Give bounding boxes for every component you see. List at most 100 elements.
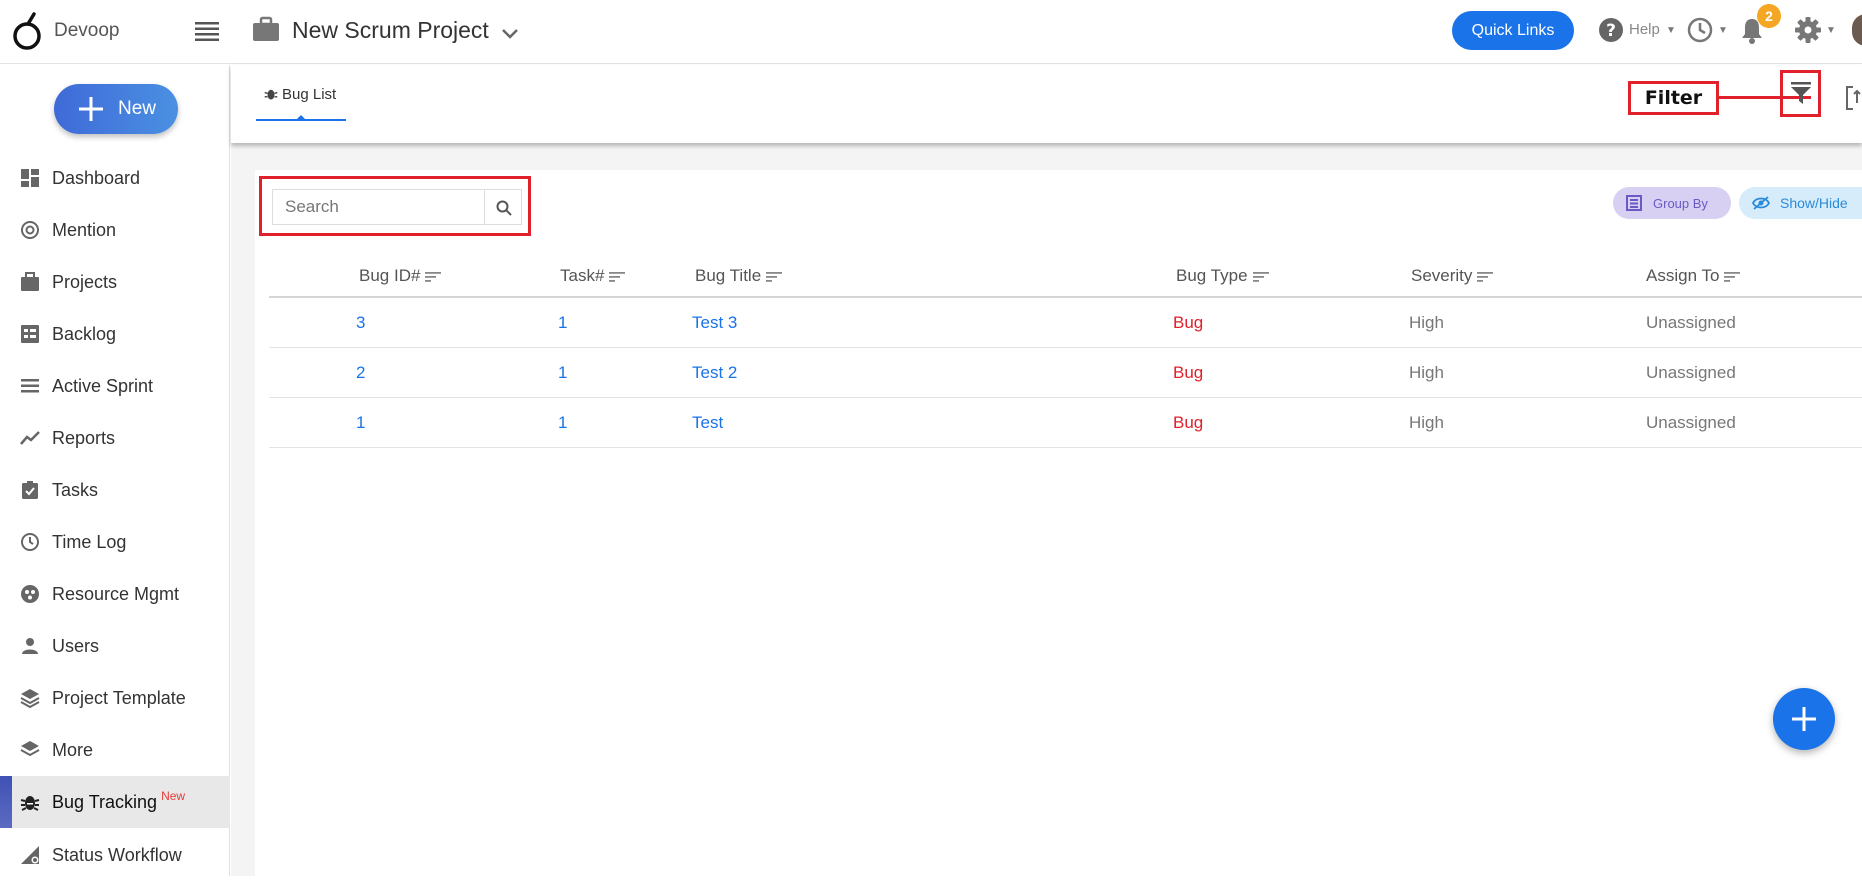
notification-badge[interactable]: 2 bbox=[1757, 4, 1781, 28]
main-content: Bug List Filter Search Group By Show/Hid… bbox=[231, 65, 1862, 876]
gear-icon[interactable] bbox=[1794, 16, 1822, 44]
column-header-assign-to[interactable]: Assign To bbox=[1646, 266, 1741, 286]
quick-links-button[interactable]: Quick Links bbox=[1452, 11, 1574, 50]
help-label[interactable]: Help bbox=[1629, 21, 1660, 38]
sidebar-item-label: Projects bbox=[52, 272, 118, 292]
sort-icon[interactable] bbox=[1723, 271, 1741, 283]
table-row[interactable]: 2 1 Test 2 Bug High Unassigned bbox=[269, 348, 1862, 398]
bug-tracking-label: Bug Tracking bbox=[52, 792, 158, 812]
sort-icon[interactable] bbox=[1252, 271, 1270, 283]
top-bar: Devoop New Scrum Project Quick Links ? H… bbox=[0, 0, 1862, 64]
sidebar-item-label: Dashboard bbox=[52, 168, 141, 188]
sidebar-item-reports[interactable]: Reports bbox=[0, 412, 230, 464]
briefcase-icon bbox=[21, 272, 39, 291]
help-caret-icon[interactable]: ▼ bbox=[1666, 25, 1676, 36]
sidebar-item-label: Project Template bbox=[52, 688, 186, 708]
sidebar-item-users[interactable]: Users bbox=[0, 620, 230, 672]
column-header-bug-title[interactable]: Bug Title bbox=[695, 266, 783, 286]
sidebar-item-more[interactable]: More bbox=[0, 724, 230, 776]
tab-bar: Bug List Filter bbox=[231, 65, 1862, 143]
chevron-down-icon[interactable] bbox=[500, 26, 520, 42]
bug-title-link[interactable]: Test 2 bbox=[692, 363, 737, 383]
tab-bug-list[interactable]: Bug List bbox=[256, 77, 346, 121]
new-button-label: New bbox=[118, 98, 157, 119]
export-icon[interactable] bbox=[1845, 85, 1862, 111]
sidebar-item-label: Active Sprint bbox=[52, 376, 154, 396]
show-hide-button[interactable]: Show/Hide bbox=[1739, 187, 1862, 219]
bug-title-link[interactable]: Test bbox=[692, 413, 723, 433]
sidebar-item-mention[interactable]: Mention bbox=[0, 204, 230, 256]
dashboard-icon bbox=[21, 169, 39, 187]
clock-icon[interactable] bbox=[1687, 17, 1713, 43]
group-by-button[interactable]: Group By bbox=[1613, 187, 1731, 219]
sidebar-item-label: Status Workflow bbox=[52, 845, 182, 865]
sidebar-item-active-sprint[interactable]: Active Sprint bbox=[0, 360, 230, 412]
sidebar-item-projects[interactable]: Projects bbox=[0, 256, 230, 308]
menu-icon[interactable] bbox=[194, 20, 220, 42]
clock-icon bbox=[21, 533, 39, 551]
bug-id-link[interactable]: 3 bbox=[356, 313, 365, 333]
sidebar-item-status-workflow[interactable]: Status Workflow bbox=[0, 829, 230, 881]
assignee: Unassigned bbox=[1646, 313, 1736, 332]
filter-callout-label: Filter bbox=[1628, 81, 1719, 115]
devoop-logo-icon[interactable] bbox=[12, 12, 46, 52]
filter-icon[interactable] bbox=[1790, 81, 1812, 105]
svg-text:?: ? bbox=[1606, 21, 1616, 41]
help-icon[interactable]: ? bbox=[1598, 17, 1624, 43]
clock-caret-icon[interactable]: ▼ bbox=[1718, 25, 1728, 36]
search-button[interactable] bbox=[484, 189, 522, 225]
sidebar-item-label: More bbox=[52, 740, 94, 760]
bug-type: Bug bbox=[1173, 363, 1204, 382]
column-header-task[interactable]: Task# bbox=[560, 266, 626, 286]
task-link[interactable]: 1 bbox=[558, 363, 567, 383]
task-link[interactable]: 1 bbox=[558, 313, 567, 333]
group-by-label: Group By bbox=[1653, 196, 1708, 211]
sidebar-item-label: Resource Mgmt bbox=[52, 584, 180, 604]
severity: High bbox=[1409, 413, 1444, 432]
sidebar-item-label: Bug Tracking New bbox=[52, 789, 185, 813]
column-header-bug-id[interactable]: Bug ID# bbox=[359, 266, 442, 286]
sidebar-item-label: Backlog bbox=[52, 324, 117, 344]
layers-icon bbox=[20, 689, 40, 708]
column-header-bug-type[interactable]: Bug Type bbox=[1176, 266, 1270, 286]
column-label: Assign To bbox=[1646, 266, 1720, 285]
backlog-icon bbox=[21, 325, 39, 343]
column-label: Severity bbox=[1411, 266, 1473, 285]
column-label: Bug Type bbox=[1176, 266, 1248, 285]
column-label: Bug Title bbox=[695, 266, 762, 285]
project-title[interactable]: New Scrum Project bbox=[292, 17, 489, 44]
resource-icon bbox=[21, 585, 39, 603]
task-link[interactable]: 1 bbox=[558, 413, 567, 433]
sprint-icon bbox=[21, 379, 39, 393]
sidebar-item-tasks[interactable]: Tasks bbox=[0, 464, 230, 516]
bug-type: Bug bbox=[1173, 313, 1204, 332]
sidebar: New Dashboard Mention Projects Backlog A… bbox=[0, 65, 230, 876]
search-input[interactable] bbox=[272, 189, 484, 225]
sort-icon[interactable] bbox=[765, 271, 783, 283]
bug-title-link[interactable]: Test 3 bbox=[692, 313, 737, 333]
sidebar-item-project-template[interactable]: Project Template bbox=[0, 672, 230, 724]
sidebar-item-resource-mgmt[interactable]: Resource Mgmt bbox=[0, 568, 230, 620]
sort-icon[interactable] bbox=[608, 271, 626, 283]
column-header-severity[interactable]: Severity bbox=[1411, 266, 1494, 286]
sidebar-item-time-log[interactable]: Time Log bbox=[0, 516, 230, 568]
bug-id-link[interactable]: 1 bbox=[356, 413, 365, 433]
sidebar-item-backlog[interactable]: Backlog bbox=[0, 308, 230, 360]
sort-icon[interactable] bbox=[424, 271, 442, 283]
new-button[interactable]: New bbox=[54, 84, 178, 134]
settings-caret-icon[interactable]: ▼ bbox=[1826, 25, 1836, 36]
sidebar-item-dashboard[interactable]: Dashboard bbox=[0, 152, 230, 204]
sidebar-item-label: Reports bbox=[52, 428, 116, 448]
assignee: Unassigned bbox=[1646, 363, 1736, 382]
sort-icon[interactable] bbox=[1476, 271, 1494, 283]
bug-list-panel: Group By Show/Hide Bug ID# Task# Bug Tit… bbox=[255, 170, 1862, 876]
add-bug-fab-button[interactable] bbox=[1773, 688, 1835, 750]
sidebar-item-bug-tracking[interactable]: Bug Tracking New bbox=[0, 776, 230, 828]
table-row[interactable]: 3 1 Test 3 Bug High Unassigned bbox=[269, 298, 1862, 348]
table-row[interactable]: 1 1 Test Bug High Unassigned bbox=[269, 398, 1862, 448]
group-by-icon bbox=[1626, 195, 1642, 211]
bug-id-link[interactable]: 2 bbox=[356, 363, 365, 383]
avatar[interactable] bbox=[1852, 14, 1862, 46]
severity: High bbox=[1409, 313, 1444, 332]
eye-off-icon bbox=[1752, 196, 1770, 210]
